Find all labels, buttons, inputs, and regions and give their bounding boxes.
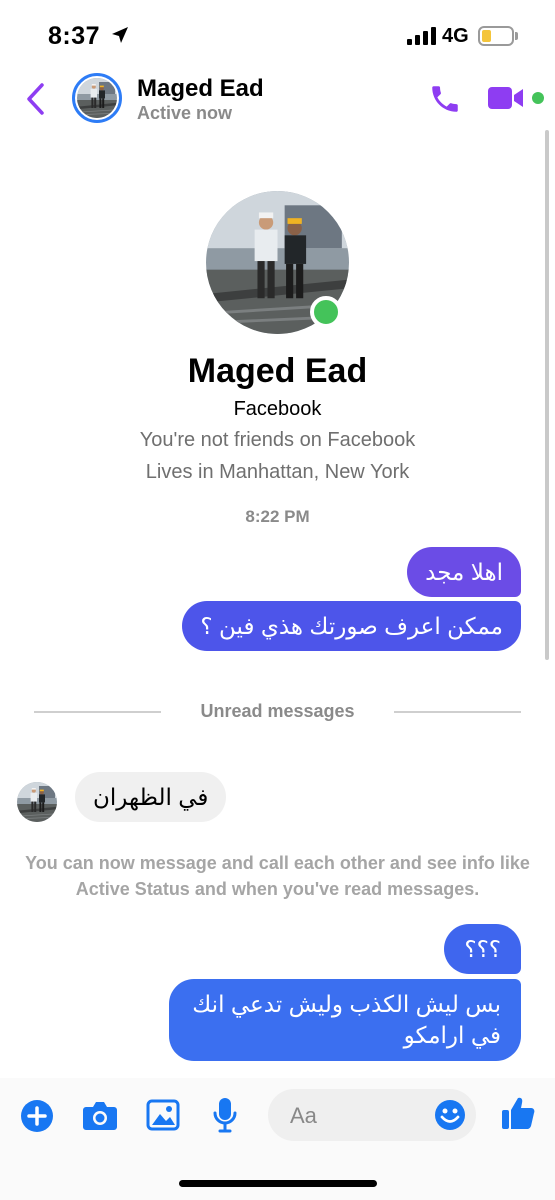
profile-name: Maged Ead (187, 352, 368, 390)
phone-icon[interactable] (428, 82, 462, 116)
gallery-icon[interactable] (146, 1099, 180, 1131)
profile-location: Lives in Manhattan, New York (145, 461, 410, 483)
message-input-placeholder: Aa (290, 1103, 317, 1128)
info-notice: You can now message and call each other … (25, 853, 530, 899)
message-composer: Aa (0, 1078, 555, 1200)
back-chevron-icon[interactable] (24, 82, 48, 116)
signal-icon (407, 27, 437, 45)
battery-icon (478, 26, 514, 46)
microphone-icon[interactable] (212, 1096, 238, 1134)
status-time: 8:37 (48, 22, 101, 50)
home-indicator (179, 1180, 377, 1187)
sent-message[interactable]: بس ليش الكذب وليش تدعي انك في ارامكو (169, 979, 521, 1061)
emoji-icon[interactable] (434, 1099, 466, 1131)
header-avatar[interactable] (72, 73, 122, 123)
video-camera-icon[interactable] (487, 85, 525, 111)
location-arrow-icon (112, 27, 128, 43)
profile-relationship: You're not friends on Facebook (139, 429, 416, 451)
chat-header: Maged Ead Active now (0, 70, 555, 130)
contact-name[interactable]: Maged Ead (137, 75, 264, 103)
sent-message[interactable]: ممكن اعرف صورتك هذي فين ؟ (182, 601, 521, 651)
unread-divider-right (394, 711, 521, 713)
profile-source: Facebook (233, 398, 322, 420)
battery-tip (515, 32, 518, 40)
profile-active-indicator (310, 296, 342, 328)
message-timestamp: 8:22 PM (245, 507, 310, 526)
sent-message[interactable]: اهلا مجد (407, 547, 521, 597)
sender-avatar[interactable] (17, 782, 57, 822)
active-status: Active now (137, 103, 233, 123)
camera-icon[interactable] (82, 1099, 118, 1131)
network-type: 4G (442, 25, 469, 47)
scrollbar[interactable] (545, 130, 549, 660)
plus-icon[interactable] (20, 1099, 54, 1133)
received-message[interactable]: في الظهران (75, 772, 227, 822)
sent-message[interactable]: ؟؟؟ (444, 924, 521, 974)
status-bar: 8:37 4G (0, 0, 555, 70)
thumbs-up-icon[interactable] (500, 1095, 536, 1131)
active-indicator (532, 92, 544, 104)
message-input[interactable]: Aa (268, 1089, 476, 1141)
